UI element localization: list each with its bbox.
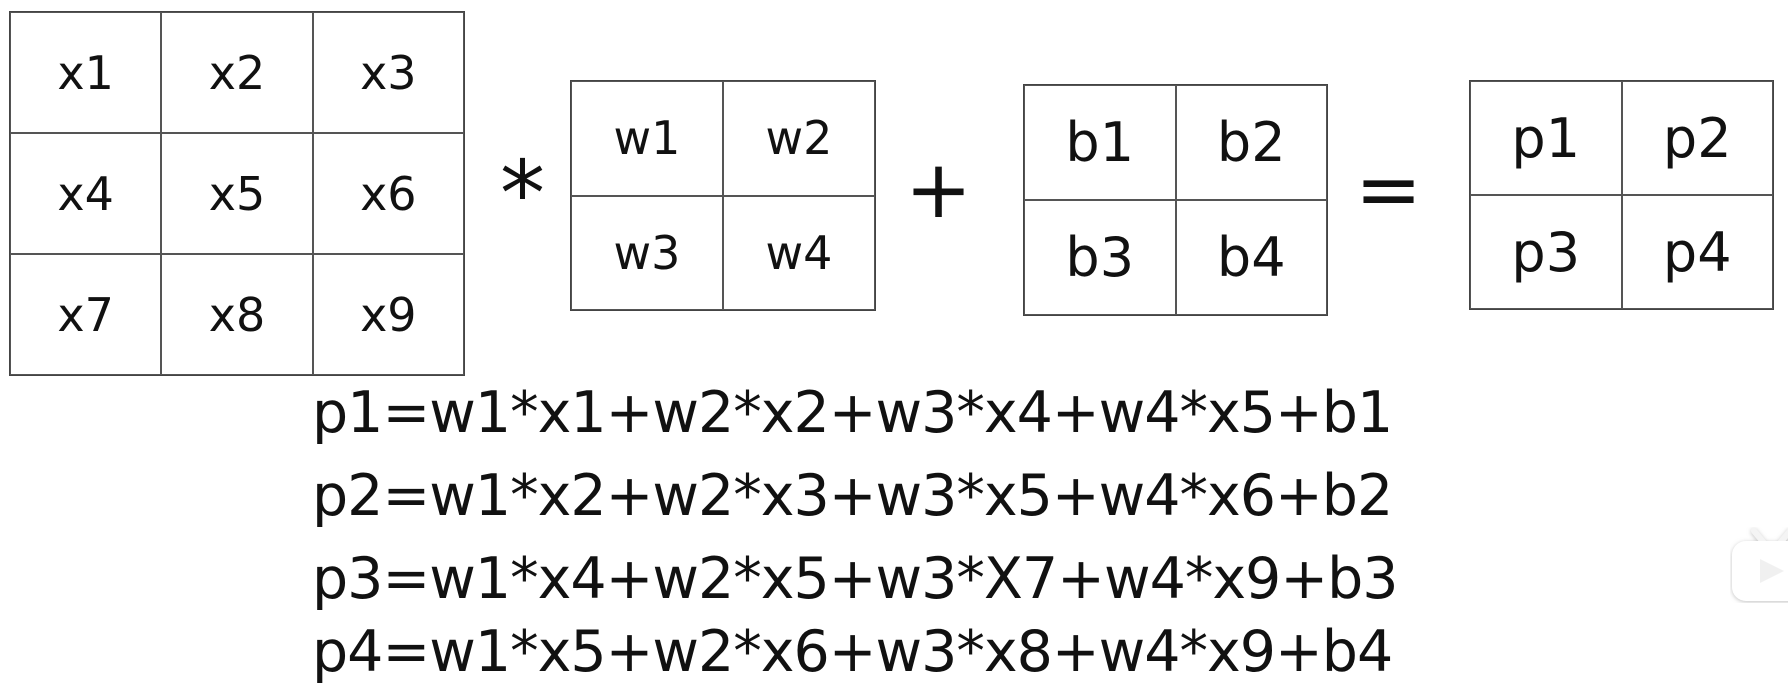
matrix-cell: p1 (1470, 81, 1622, 195)
matrix-cell: w2 (723, 81, 875, 196)
matrix-cell: x6 (312, 133, 464, 254)
equals-operator: = (1355, 143, 1423, 236)
output-matrix: p1 p2 p3 p4 (1469, 80, 1774, 310)
multiply-operator: * (500, 142, 545, 247)
matrix-cell: x7 (10, 254, 162, 375)
matrix-cell: p4 (1621, 195, 1773, 309)
matrix-cell: x9 (312, 254, 464, 375)
matrix-cell: b1 (1024, 85, 1176, 200)
matrix-cell: p3 (1470, 195, 1622, 309)
matrix-cell: b4 (1175, 200, 1327, 315)
bias-matrix: b1 b2 b3 b4 (1023, 84, 1328, 316)
add-operator: + (905, 143, 973, 236)
matrix-cell: w3 (571, 195, 723, 310)
equation-p4: p4=w1*x5+w2*x6+w3*x8+w4*x9+b4 (312, 619, 1393, 685)
matrix-cell: x2 (161, 12, 313, 133)
equation-p1: p1=w1*x1+w2*x2+w3*x4+w4*x5+b1 (312, 380, 1393, 446)
matrix-cell: w4 (723, 195, 875, 310)
matrix-cell: p2 (1621, 81, 1773, 195)
matrix-cell: x4 (10, 133, 162, 254)
equation-p3: p3=w1*x4+w2*x5+w3*X7+w4*x9+b3 (312, 546, 1399, 612)
weight-matrix: w1 w2 w3 w4 (570, 80, 876, 311)
input-matrix: x1 x2 x3 x4 x5 x6 x7 x8 x9 (9, 11, 465, 376)
matrix-cell: x1 (10, 12, 162, 133)
matrix-cell: w1 (571, 81, 723, 196)
matrix-cell: b3 (1024, 200, 1176, 315)
matrix-cell: x8 (161, 254, 313, 375)
matrix-cell: x3 (312, 12, 464, 133)
matrix-cell: x5 (161, 133, 313, 254)
matrix-cell: b2 (1175, 85, 1327, 200)
tv-play-icon (1732, 528, 1788, 601)
equation-p2: p2=w1*x2+w2*x3+w3*x5+w4*x6+b2 (312, 463, 1393, 529)
